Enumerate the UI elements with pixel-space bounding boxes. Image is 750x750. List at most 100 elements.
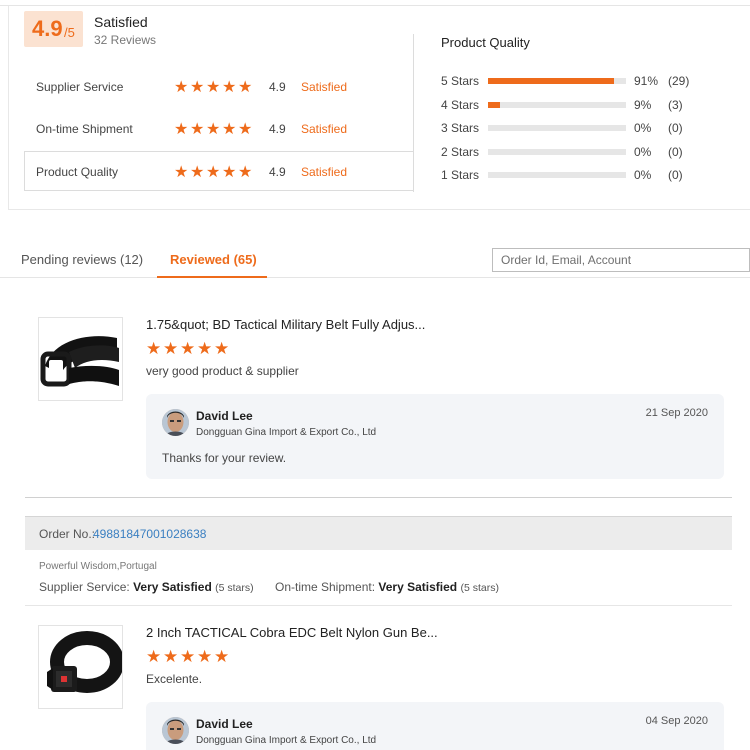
product-title[interactable]: 1.75&quot; BD Tactical Military Belt Ful… — [146, 317, 425, 332]
buyer-info: Powerful Wisdom,Portugal — [39, 561, 157, 572]
star-bar-percent: 0% — [634, 144, 652, 159]
avatar — [162, 717, 189, 744]
star-bar-percent: 91% — [634, 74, 659, 88]
review-stars: ★ ★ ★ ★ ★ — [146, 339, 230, 358]
star-bar-row: 2 Stars 0% (0) — [441, 143, 741, 167]
overall-score-max: /5 — [64, 25, 75, 40]
star-icon: ★ — [190, 79, 205, 96]
overall-review-count: 32 Reviews — [94, 33, 157, 47]
rating-text: Satisfied — [301, 122, 348, 136]
avatar — [162, 409, 189, 436]
section-separator — [25, 605, 732, 606]
star-icon: ★ — [163, 339, 179, 358]
star-icon: ★ — [214, 647, 230, 666]
supplier-reply: David Lee Dongguan Gina Import & Export … — [146, 394, 724, 479]
star-bar-track — [488, 148, 626, 155]
star-icon: ★ — [190, 121, 205, 138]
star-icon: ★ — [222, 79, 237, 96]
star-bar-count: (0) — [668, 121, 683, 135]
star-bar-percent: 9% — [634, 97, 652, 112]
star-icon: ★ — [163, 647, 179, 666]
shipment-label: On-time Shipment: — [275, 580, 376, 594]
rating-stars: ★ ★ ★ ★ ★ — [174, 121, 253, 138]
supplier-reply: David Lee Dongguan Gina Import & Export … — [146, 702, 724, 750]
star-bar-percent: 0% — [634, 168, 652, 182]
star-bar-label: 5 Stars — [441, 74, 480, 88]
belt-image — [39, 626, 124, 708]
star-icon: ★ — [206, 164, 221, 181]
star-bar-count: (3) — [668, 97, 683, 112]
review-comment: Excelente. — [146, 672, 203, 686]
star-bar-fill — [488, 101, 501, 108]
star-icon: ★ — [174, 79, 189, 96]
rating-score: 4.9 — [269, 80, 286, 94]
supplier-service-label: Supplier Service: — [39, 580, 130, 594]
star-bar-label: 2 Stars — [441, 144, 480, 159]
star-bar-label: 1 Stars — [441, 168, 480, 182]
shipment-value: Very Satisfied — [378, 580, 458, 594]
summary-divider — [413, 34, 414, 192]
star-bar-percent: 0% — [634, 121, 652, 135]
rating-text: Satisfied — [301, 80, 348, 94]
product-thumbnail[interactable] — [38, 317, 123, 401]
star-icon: ★ — [238, 79, 253, 96]
active-tab-indicator — [157, 276, 267, 278]
star-distribution: 5 Stars 91% (29) 4 Stars 9% (3) 3 Stars … — [441, 72, 741, 190]
star-icon: ★ — [180, 339, 196, 358]
replier-company: Dongguan Gina Import & Export Co., Ltd — [196, 735, 377, 746]
star-bar-label: 4 Stars — [441, 97, 480, 112]
search-input[interactable] — [492, 248, 750, 272]
star-icon: ★ — [146, 647, 162, 666]
rating-row-supplier-service: Supplier Service ★ ★ ★ ★ ★ 4.9 Satisfied — [24, 66, 414, 108]
reply-date: 04 Sep 2020 — [645, 715, 708, 727]
shipment-stars: (5 stars) — [460, 582, 499, 594]
star-bar-row: 5 Stars 91% (29) — [441, 72, 741, 96]
rating-text: Satisfied — [301, 165, 348, 179]
star-bar-label: 3 Stars — [441, 121, 480, 135]
overall-rating-label: Satisfied — [94, 14, 148, 30]
avatar-face-icon — [162, 717, 189, 744]
star-icon: ★ — [190, 164, 205, 181]
star-bar-track — [488, 172, 626, 178]
star-bar-count: (0) — [668, 168, 683, 182]
rating-score: 4.9 — [269, 122, 286, 136]
overall-score-badge: 4.9 /5 — [24, 11, 83, 47]
star-icon: ★ — [238, 164, 253, 181]
rating-name: On-time Shipment — [36, 122, 133, 136]
product-title[interactable]: 2 Inch TACTICAL Cobra EDC Belt Nylon Gun… — [146, 625, 438, 640]
replier-name: David Lee — [196, 717, 253, 731]
reply-text: Thanks for your review. — [162, 451, 287, 465]
review-comment: very good product & supplier — [146, 364, 299, 378]
star-bar-track — [488, 78, 626, 84]
star-icon: ★ — [238, 121, 253, 138]
belt-image — [39, 318, 122, 400]
star-icon: ★ — [222, 121, 237, 138]
rating-stars: ★ ★ ★ ★ ★ — [174, 164, 253, 181]
star-icon: ★ — [174, 164, 189, 181]
star-icon: ★ — [180, 647, 196, 666]
star-bar-row: 4 Stars 9% (3) — [441, 96, 741, 120]
tab-reviewed[interactable]: Reviewed (65) — [170, 252, 257, 267]
star-bar-row: 1 Stars 0% (0) — [441, 166, 741, 190]
supplier-service-rating: Supplier Service: Very Satisfied (5 star… — [39, 580, 254, 594]
rating-stars: ★ ★ ★ ★ ★ — [174, 79, 253, 96]
replier-name: David Lee — [196, 409, 253, 423]
star-bar-fill — [488, 78, 614, 84]
star-bar-row: 3 Stars 0% (0) — [441, 119, 741, 143]
order-number-link[interactable]: 49881847001028638 — [93, 527, 206, 541]
rating-row-product-quality[interactable]: Product Quality ★ ★ ★ ★ ★ 4.9 Satisfied — [24, 151, 414, 191]
reply-date: 21 Sep 2020 — [645, 407, 708, 419]
star-icon: ★ — [197, 647, 213, 666]
shipment-rating: On-time Shipment: Very Satisfied (5 star… — [275, 580, 499, 594]
star-icon: ★ — [214, 339, 230, 358]
star-icon: ★ — [197, 339, 213, 358]
review-stars: ★ ★ ★ ★ ★ — [146, 647, 230, 666]
star-icon: ★ — [206, 121, 221, 138]
star-bar-count: (0) — [668, 144, 683, 159]
product-thumbnail[interactable] — [38, 625, 124, 709]
replier-company: Dongguan Gina Import & Export Co., Ltd — [196, 427, 377, 438]
rating-row-on-time-shipment: On-time Shipment ★ ★ ★ ★ ★ 4.9 Satisfied — [24, 108, 414, 150]
product-quality-title: Product Quality — [441, 35, 530, 50]
tab-pending-reviews[interactable]: Pending reviews (12) — [21, 252, 143, 267]
star-bar-track — [488, 125, 626, 131]
